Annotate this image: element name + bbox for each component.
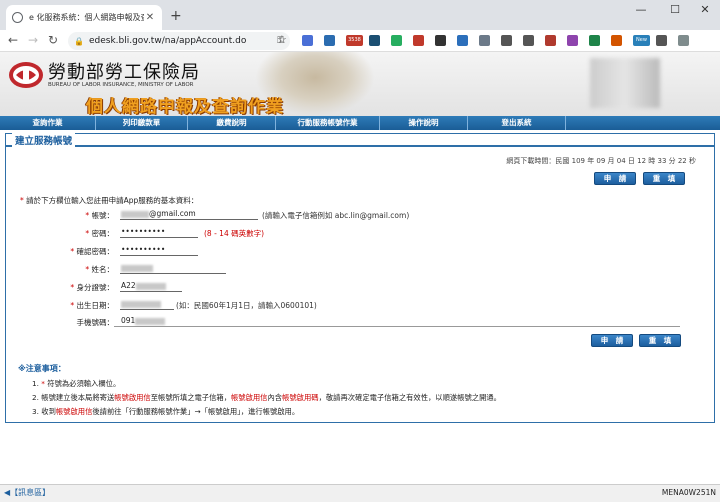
url-text: edesk.bli.gov.tw/na/appAccount.do: [88, 36, 247, 46]
main-menu: 查詢作業 列印繳款單 繳費說明 行動服務帳號作業 操作說明 登出系統: [0, 116, 720, 130]
password-hint: (8 - 14 碼英數字): [204, 229, 265, 238]
page-code: MENA0W251N: [661, 488, 716, 497]
site-header: 勞動部勞工保險局 BUREAU OF LABOR INSURANCE, MINI…: [0, 52, 720, 116]
download-icon[interactable]: [369, 35, 380, 46]
create-account-panel: 建立服務帳號 網頁下載時間：民國 109 年 09 月 04 日 12 時 33…: [5, 133, 715, 423]
status-bar: ◀【訊息區】 MENA0W251N: [0, 484, 720, 502]
birth-date-hint: (如：民國60年1月1日，請輸入0600101): [176, 301, 317, 310]
bli-logo-icon: [9, 62, 43, 88]
window-close-icon[interactable]: ✕: [690, 3, 720, 16]
site-name: 勞動部勞工保險局: [48, 62, 200, 83]
adblock-icon[interactable]: [413, 35, 424, 46]
confirm-password-row: * 確認密碼： ••••••••••: [6, 244, 706, 258]
birth-date-label: * 出生日期：: [70, 301, 114, 310]
id-number-field[interactable]: A22: [120, 281, 182, 292]
email-row: * 帳號： @gmail.com (請輸入電子信箱例如 abc.lin@gmai…: [6, 208, 706, 222]
browser-tab[interactable]: e 化服務系統：個人網路申報及查 ✕: [6, 5, 162, 30]
evernote-icon[interactable]: [391, 35, 402, 46]
badge-3538-icon[interactable]: 3538: [346, 35, 363, 46]
panel-divider: [6, 145, 714, 147]
shield-icon[interactable]: [435, 35, 446, 46]
lock-icon: 🔒: [74, 36, 84, 46]
menu-print-bill[interactable]: 列印繳款單: [96, 116, 188, 130]
puzzle-icon[interactable]: [656, 35, 667, 46]
new-tab-icon[interactable]: +: [170, 8, 182, 24]
screenshot-icon[interactable]: [523, 35, 534, 46]
message-area-toggle[interactable]: ◀【訊息區】: [4, 487, 50, 498]
note-1: 1. * 符號為必須輸入欄位。: [32, 379, 121, 388]
reset-button-bottom[interactable]: 重 填: [639, 334, 681, 347]
email-label: * 帳號：: [85, 211, 114, 220]
note-3: 3. 收到帳號啟用信後請前往「行動服務帳號作業」→「帳號啟用」，進行帳號啟用。: [32, 407, 300, 416]
password-field[interactable]: ••••••••••: [120, 227, 198, 238]
color-icon[interactable]: [567, 35, 578, 46]
apply-button-bottom[interactable]: 申 請: [591, 334, 633, 347]
minimize-icon[interactable]: —: [626, 3, 656, 16]
reset-button-top[interactable]: 重 填: [643, 172, 685, 185]
block-icon[interactable]: [611, 35, 622, 46]
menu-payment-info[interactable]: 繳費說明: [188, 116, 276, 130]
password-row: * 密碼： •••••••••• (8 - 14 碼英數字): [6, 226, 706, 240]
email-hint: (請輸入電子信箱例如 abc.lin@gmail.com): [262, 211, 410, 220]
menu-logout[interactable]: 登出系統: [468, 116, 566, 130]
form-separator: [114, 326, 680, 327]
confirm-password-label: * 確認密碼：: [70, 247, 114, 256]
bookmark-star-icon[interactable]: ☆: [277, 33, 287, 46]
name-field[interactable]: [120, 263, 226, 274]
address-bar-row: ← → ↻ 🔒 edesk.bli.gov.tw/na/appAccount.d…: [0, 30, 720, 52]
site-name-en: BUREAU OF LABOR INSURANCE, MINISTRY OF L…: [48, 82, 194, 88]
phone-label: 手機號碼：: [76, 318, 115, 327]
browser-tab-bar: e 化服務系統：個人網路申報及查 ✕ + — ☐ ✕: [0, 0, 720, 30]
profile-icon[interactable]: [678, 35, 689, 46]
menu-query[interactable]: 查詢作業: [0, 116, 96, 130]
download-timestamp: 網頁下載時間：民國 109 年 09 月 04 日 12 時 33 分 22 秒: [506, 157, 696, 165]
grid-icon[interactable]: [545, 35, 556, 46]
new-icon[interactable]: New: [633, 35, 650, 46]
birth-date-row: * 出生日期： (如：民國60年1月1日，請輸入0600101): [6, 298, 706, 312]
form-intro: * 請於下方欄位輸入您註冊申請App服務的基本資料：: [20, 196, 199, 205]
menu-filler: [566, 116, 720, 130]
id-number-label: * 身分證號：: [70, 283, 114, 292]
back-icon[interactable]: ←: [8, 33, 18, 47]
check-icon[interactable]: [589, 35, 600, 46]
confirm-password-field[interactable]: ••••••••••: [120, 245, 198, 256]
birth-date-field[interactable]: [120, 299, 174, 310]
forward-icon[interactable]: →: [28, 33, 38, 47]
reload-icon[interactable]: ↻: [48, 33, 58, 47]
apply-button-top[interactable]: 申 請: [594, 172, 636, 185]
note-2: 2. 帳號建立後本局將寄送帳號啟用信至帳號所填之電子信箱，帳號啟用信內含帳號啟用…: [32, 393, 501, 402]
tab-title: e 化服務系統：個人網路申報及查: [29, 13, 144, 22]
notes-title: ※注意事項：: [18, 364, 66, 373]
banner-title: 個人網路申報及查詢作業: [86, 97, 284, 116]
panel-title: 建立服務帳號: [12, 133, 76, 147]
clip-icon[interactable]: [479, 35, 490, 46]
email-field[interactable]: @gmail.com: [120, 209, 258, 220]
address-bar[interactable]: 🔒 edesk.bli.gov.tw/na/appAccount.do ⚿: [68, 32, 290, 50]
translate-icon[interactable]: [302, 35, 313, 46]
close-tab-icon[interactable]: ✕: [144, 12, 156, 23]
password-label: * 密碼：: [85, 229, 114, 238]
camera-icon[interactable]: [457, 35, 468, 46]
menu-mobile-account[interactable]: 行動服務帳號作業: [276, 116, 380, 130]
name-label: * 姓名：: [85, 265, 114, 274]
blurred-user-info: [590, 58, 660, 108]
name-row: * 姓名：: [6, 262, 706, 276]
circle-icon[interactable]: [501, 35, 512, 46]
menu-help[interactable]: 操作說明: [380, 116, 468, 130]
id-number-row: * 身分證號： A22: [6, 280, 706, 294]
maximize-icon[interactable]: ☐: [660, 3, 690, 16]
mail-icon[interactable]: [324, 35, 335, 46]
globe-icon: [12, 12, 23, 23]
